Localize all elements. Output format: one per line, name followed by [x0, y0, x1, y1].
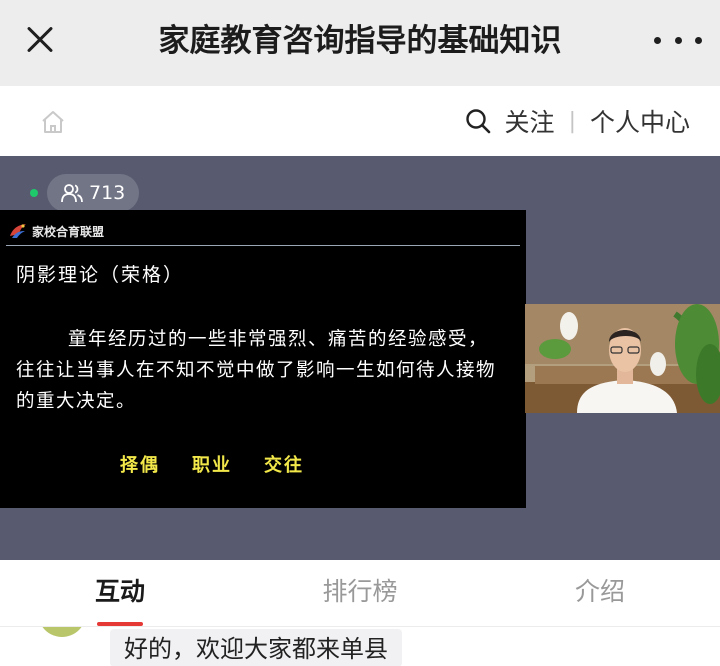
more-options-icon[interactable]: [654, 31, 702, 49]
avatar[interactable]: [38, 627, 86, 637]
slide-keywords: 择偶 职业 交往: [120, 451, 304, 477]
search-button[interactable]: [465, 108, 491, 134]
home-icon[interactable]: [40, 110, 66, 134]
tab-introduction[interactable]: 介绍: [480, 560, 720, 626]
keyword: 择偶: [120, 455, 160, 476]
live-indicator: [30, 189, 38, 197]
slide-brand-text: 家校合育联盟: [32, 224, 105, 239]
live-video[interactable]: 713 家校合育联盟 阴影理论（荣格） 童年经历过的一些非常强烈、痛苦的经验感受…: [0, 156, 720, 560]
title-bar: 家庭教育咨询指导的基础知识: [0, 0, 720, 86]
viewer-count-badge: 713: [47, 174, 140, 212]
sub-header: 关注 | 个人中心: [0, 86, 720, 156]
search-icon: [465, 109, 490, 134]
presenter-camera[interactable]: [525, 304, 720, 413]
tab-interaction[interactable]: 互动: [0, 560, 240, 626]
slide-brand: 家校合育联盟: [8, 218, 104, 244]
tab-bar: 互动 排行榜 介绍: [0, 560, 720, 627]
keyword: 交往: [264, 455, 304, 476]
chat-list[interactable]: 好的，欢迎大家都来单县: [0, 627, 720, 666]
bird-logo-icon: [10, 224, 26, 238]
close-icon[interactable]: [20, 20, 60, 60]
keyword: 职业: [192, 455, 232, 476]
tab-leaderboard[interactable]: 排行榜: [240, 560, 480, 626]
follow-button[interactable]: 关注: [505, 103, 555, 139]
presentation-slide: 家校合育联盟 阴影理论（荣格） 童年经历过的一些非常强烈、痛苦的经验感受，往往让…: [0, 210, 526, 508]
profile-center-link[interactable]: 个人中心: [590, 103, 690, 139]
viewer-count: 713: [89, 182, 126, 204]
slide-body-text: 童年经历过的一些非常强烈、痛苦的经验感受，往往让当事人在不知不觉中做了影响一生如…: [16, 329, 497, 412]
slide-divider: [6, 245, 520, 246]
slide-heading: 阴影理论（荣格）: [16, 264, 185, 286]
divider: |: [568, 108, 576, 134]
page-title: 家庭教育咨询指导的基础知识: [158, 23, 562, 59]
chat-message: 好的，欢迎大家都来单县: [110, 629, 402, 666]
presenter-video-image: [525, 304, 720, 413]
people-icon: [61, 184, 83, 203]
